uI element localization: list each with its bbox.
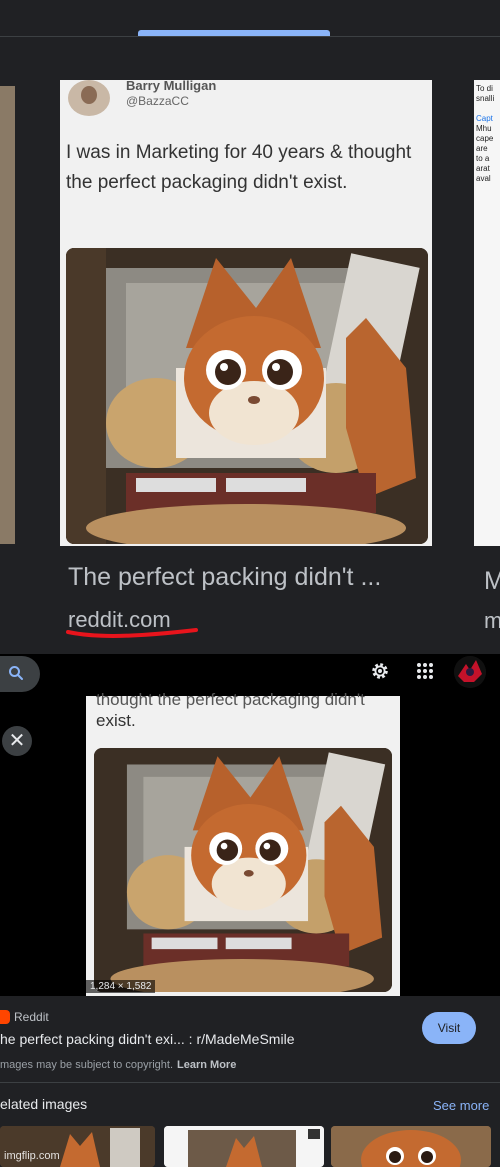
next-card-snippet-line: arat: [476, 164, 490, 173]
account-avatar-image: [454, 656, 486, 688]
close-viewer-button[interactable]: ✕: [2, 726, 32, 756]
source-site-name[interactable]: Reddit: [14, 1010, 49, 1024]
next-card-snippet: To di snalli Capt Mhu cape are to a arat aval: [474, 80, 500, 188]
related-images-heading: elated images: [0, 1096, 88, 1112]
result-title[interactable]: The perfect packing didn't ...: [68, 563, 381, 592]
visit-button[interactable]: Visit: [422, 1012, 476, 1044]
tab-divider: [0, 36, 500, 37]
next-card-snippet-line: aval: [476, 174, 491, 183]
search-icon[interactable]: [8, 664, 24, 682]
viewer-partial-text: thought the perfect packaging didn't: [96, 690, 365, 709]
see-more-link[interactable]: See more: [433, 1098, 489, 1113]
learn-more-link[interactable]: Learn More: [177, 1059, 236, 1071]
next-result-source[interactable]: m: [484, 608, 500, 634]
copyright-notice: mages may be subject to copyright. Learn …: [0, 1059, 236, 1071]
close-icon: ✕: [8, 730, 26, 752]
next-result-card[interactable]: To di snalli Capt Mhu cape are to a arat aval: [474, 80, 500, 546]
related-thumbnail-2-image: [164, 1126, 324, 1167]
next-card-snippet-line: cape: [476, 134, 494, 143]
next-card-snippet-line: are: [476, 144, 488, 153]
viewer-squirrel-illustration: [94, 748, 392, 992]
next-card-snippet-line: [476, 104, 498, 114]
tweet-text: I was in Marketing for 40 years & though…: [66, 142, 412, 193]
tweet-avatar: [68, 80, 110, 116]
viewer-result-title[interactable]: he perfect packing didn't exi... : r/Mad…: [0, 1031, 294, 1047]
related-thumbnail-3-image: [331, 1126, 491, 1167]
info-divider: [0, 1082, 500, 1083]
visit-button-label: Visit: [437, 1021, 461, 1035]
next-card-snippet-line: To di: [476, 84, 493, 93]
apps-grid-icon[interactable]: [416, 662, 434, 680]
red-underline-annotation: [66, 628, 198, 638]
copyright-text: mages may be subject to copyright.: [0, 1059, 174, 1071]
account-avatar[interactable]: [454, 656, 486, 688]
related-image-thumbnail[interactable]: [331, 1126, 491, 1167]
gear-icon[interactable]: [369, 660, 391, 682]
squirrel-packaging-photo: [66, 248, 428, 544]
next-result-title[interactable]: M: [484, 567, 500, 596]
next-card-snippet-line: to a: [476, 154, 490, 163]
related-image-thumbnail[interactable]: [164, 1126, 324, 1167]
squirrel-packaging-illustration: [66, 248, 428, 544]
next-card-snippet-line: Capt: [476, 114, 493, 123]
viewer-squirrel-photo: [94, 748, 392, 992]
tweet-author-name: Barry Mulligan: [126, 78, 217, 93]
viewer-text-line: exist.: [96, 711, 136, 730]
next-card-snippet-line: Mhu: [476, 124, 492, 133]
image-dimensions: 1,284 × 1,582: [86, 980, 156, 993]
imgflip-watermark: imgflip.com: [4, 1150, 60, 1162]
tweet-handle: @BazzaCC: [126, 94, 189, 108]
next-card-snippet-line: snalli: [476, 94, 495, 103]
reddit-icon: [0, 1010, 10, 1024]
previous-result-card[interactable]: [0, 86, 15, 544]
